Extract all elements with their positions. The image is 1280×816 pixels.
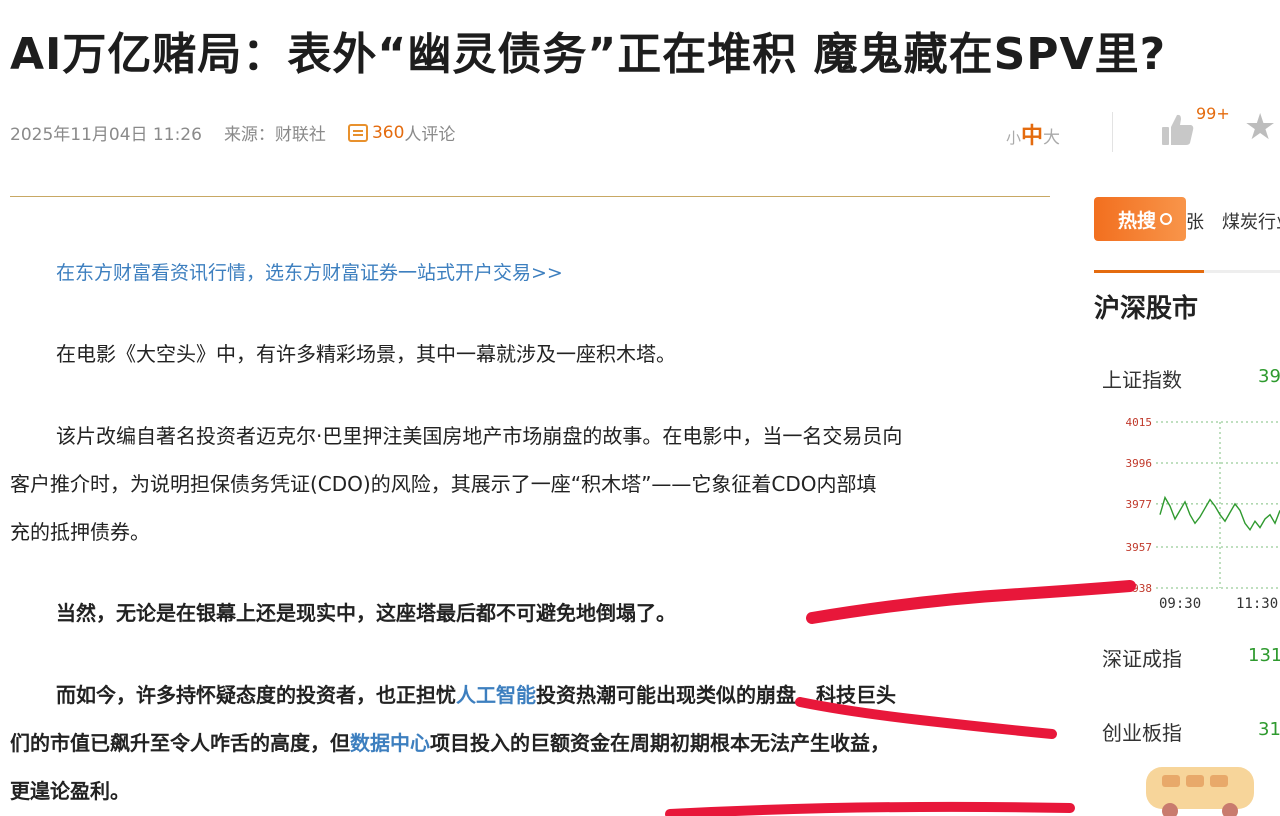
chart-ytick-label: 3938 [1126,582,1153,595]
index-name-shanghai[interactable]: 上证指数 [1102,364,1182,393]
hot-search-ticker[interactable]: 张 煤炭行业 [1186,208,1280,234]
market-panel-title: 沪深股市 [1094,294,1199,324]
thumbs-up-icon[interactable] [1160,112,1196,148]
chart-ytick-label: 3996 [1126,457,1153,470]
chart-ytick-label: 4015 [1126,416,1153,429]
font-medium-button[interactable]: 中 [1021,118,1043,150]
index-name-chinext[interactable]: 创业板指 [1102,717,1182,746]
comment-suffix: 人评论 [404,125,456,145]
chart-ytick-label: 3977 [1126,498,1153,511]
comment-count: 360 [371,122,405,143]
like-count: 99+ [1196,104,1230,123]
chart-xtick-label: 09:30 [1159,596,1201,612]
article-meta: 2025年11月04日 11:26 来源： 财联社 360 人评论 [10,120,456,146]
datacenter-keyword-link[interactable]: 数据中心 [350,731,430,755]
paragraph-4: 而如今，许多持怀疑态度的投资者，也正担忧人工智能投资热潮可能出现类似的崩盘。科技… [10,683,896,803]
publish-date: 2025年11月04日 11:26 [10,125,202,145]
font-size-switcher: 小 中 大 [1006,118,1060,150]
comment-count-link[interactable]: 360 人评论 [347,120,456,145]
hot-search-badge[interactable]: 热搜 [1094,197,1186,241]
paragraph-2: 该片改编自著名投资者迈克尔·巴里押注美国房地产市场崩盘的故事。在电影中，当一名交… [10,424,903,544]
paragraph-3: 当然，无论是在银幕上还是现实中，这座塔最后都不可避免地倒塌了。 [56,601,676,625]
source-name: 财联社 [274,125,326,145]
index-value-shanghai: 39 [1258,366,1280,387]
car-sticker-icon [1146,767,1254,816]
font-large-button[interactable]: 大 [1043,123,1060,148]
font-small-button[interactable]: 小 [1006,127,1021,148]
promo-link[interactable]: 在东方财富看资讯行情，选东方财富证券一站式开户交易>> [56,258,563,285]
panel-tab-bar [1094,270,1280,273]
index-name-shenzhen[interactable]: 深证成指 [1102,643,1182,672]
search-icon [1160,213,1173,225]
paragraph-1: 在电影《大空头》中，有许多精彩场景，其中一幕就涉及一座积木塔。 [56,342,676,366]
chart-ytick-label: 3957 [1126,541,1153,554]
toolbar-divider [1112,112,1113,152]
chart-xtick-label: 11:30 [1236,596,1278,612]
favorite-star-icon[interactable]: ★ [1244,110,1276,146]
ai-keyword-link[interactable]: 人工智能 [456,683,536,707]
index-intraday-chart[interactable]: 4015 3996 3977 3957 3938 09:30 11:30 [1094,408,1280,618]
source-label: 来源： [223,125,275,145]
hot-search-label: 热搜 [1118,209,1157,232]
comment-icon [347,123,368,142]
index-value-shenzhen: 131 [1248,645,1280,666]
index-value-chinext: 31 [1258,719,1280,740]
header-divider [10,196,1050,197]
article-headline: AI万亿赌局：表外“幽灵债务”正在堆积 魔鬼藏在SPV里? [10,29,1167,80]
